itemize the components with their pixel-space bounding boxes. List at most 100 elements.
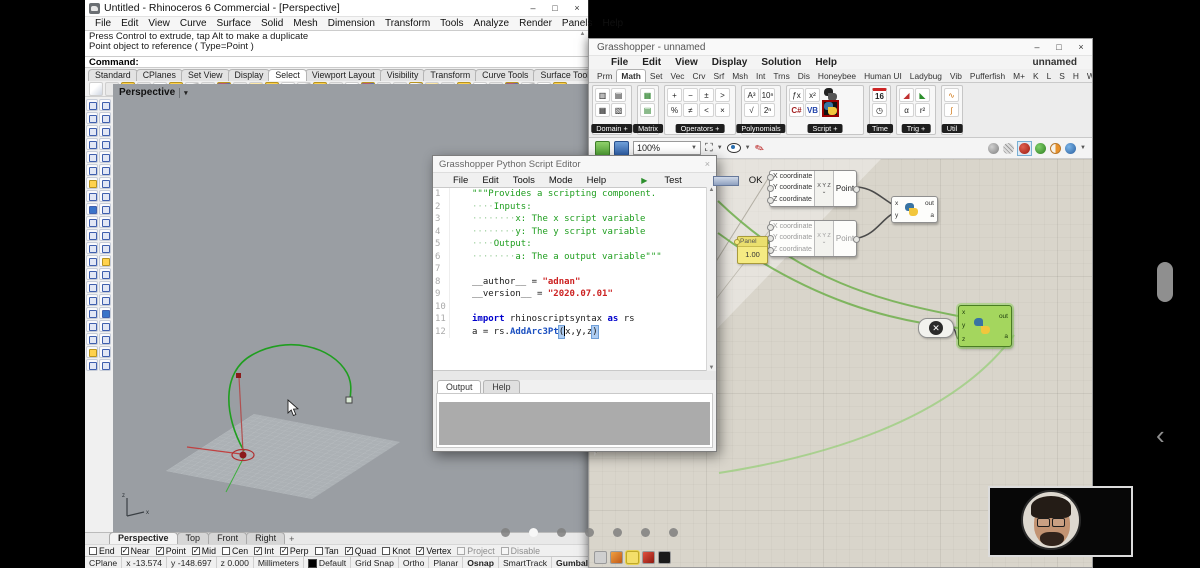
palette-tool-icon[interactable]	[99, 268, 111, 280]
close-x-icon[interactable]: ✕	[929, 321, 943, 335]
palette-tool-icon[interactable]	[86, 216, 98, 228]
preview-custom-icon[interactable]	[1035, 143, 1046, 154]
component-input[interactable]: z	[962, 336, 965, 343]
scroll-up-icon[interactable]: ▲	[580, 31, 586, 37]
osnap-toggle[interactable]: Tan	[315, 546, 339, 556]
menu-item[interactable]: Edit	[635, 57, 668, 68]
palette-tool-icon[interactable]	[99, 216, 111, 228]
menu-item[interactable]: Render	[514, 18, 557, 29]
checkbox[interactable]	[192, 547, 200, 555]
status-pane[interactable]: Millimeters	[254, 557, 304, 568]
component-tab[interactable]: Ladybug	[906, 70, 946, 82]
code-line[interactable]: 3········x: The x script variable	[433, 213, 716, 226]
component-icon[interactable]: r²	[915, 103, 930, 117]
menu-item[interactable]: Mode	[542, 175, 580, 186]
code-line[interactable]: 5····Output:	[433, 238, 716, 251]
code-line[interactable]: 4········y: The y script variable	[433, 226, 716, 239]
menu-item[interactable]: Analyze	[469, 18, 515, 29]
cluster-node[interactable]: ✕	[918, 318, 954, 338]
palette-tool-icon[interactable]	[86, 255, 98, 267]
panel-value[interactable]: 1.00	[738, 247, 767, 259]
dock-icon[interactable]	[642, 551, 655, 564]
viewport-tab[interactable]: Right	[246, 532, 285, 544]
group-label[interactable]: Polynomials	[736, 124, 785, 133]
group-label[interactable]: Matrix	[633, 124, 663, 133]
open-file-icon[interactable]	[595, 141, 610, 156]
osnap-toggle[interactable]: Project	[457, 546, 494, 556]
toolbar-tab[interactable]: Display	[228, 69, 271, 81]
component-tab[interactable]: Int	[752, 70, 769, 82]
palette-tool-icon[interactable]	[99, 346, 111, 358]
component-icon[interactable]: >	[715, 88, 730, 102]
palette-tool-icon[interactable]	[99, 177, 111, 189]
component-icon[interactable]: ±	[699, 88, 714, 102]
close-icon[interactable]: ×	[705, 159, 710, 169]
menu-item[interactable]: Surface	[212, 18, 256, 29]
python-script-component[interactable]: xy out a	[891, 196, 938, 223]
palette-tool-icon[interactable]	[99, 359, 111, 371]
component-icon[interactable]: ◢	[899, 88, 914, 102]
component-icon[interactable]: ◷	[872, 103, 887, 117]
code-line[interactable]: 6········a: The a output variable"""	[433, 251, 716, 264]
component-tab[interactable]: Human UI	[860, 70, 906, 82]
close-button[interactable]: ×	[1070, 40, 1092, 55]
palette-tool-icon[interactable]	[99, 242, 111, 254]
component-icon[interactable]: ▦	[595, 103, 610, 117]
component-icon[interactable]: ▧	[611, 103, 626, 117]
menu-item[interactable]: Help	[598, 18, 629, 29]
component-icon[interactable]: VB	[805, 103, 820, 117]
toolbar-tab[interactable]: Visibility	[380, 69, 426, 81]
palette-tool-icon[interactable]	[99, 99, 111, 111]
python-script-component-selected[interactable]: xyz outa	[958, 305, 1012, 347]
menu-item[interactable]: Mesh	[288, 18, 322, 29]
component-output[interactable]: out	[925, 200, 934, 207]
palette-tool-icon[interactable]	[99, 203, 111, 215]
sketch-pen-icon[interactable]: ✎	[753, 140, 766, 155]
palette-tool-icon[interactable]	[86, 320, 98, 332]
component-input[interactable]: x	[895, 200, 898, 207]
palette-tool-icon[interactable]	[86, 242, 98, 254]
status-pane[interactable]: Osnap	[463, 557, 499, 568]
viewport-tab-add-icon[interactable]: +	[284, 534, 299, 544]
checkbox[interactable]	[89, 547, 97, 555]
palette-tool-icon[interactable]	[86, 164, 98, 176]
point-xyz-component-disabled[interactable]: X coordinateY coordinateZ coordinate X Y…	[769, 220, 857, 257]
checkbox[interactable]	[457, 547, 465, 555]
palette-tool-icon[interactable]	[86, 346, 98, 358]
minimize-button[interactable]: –	[522, 1, 544, 16]
menu-item[interactable]: Dimension	[323, 18, 380, 29]
menu-item[interactable]: Panels	[557, 18, 598, 29]
ironpython-icon[interactable]	[824, 88, 837, 101]
component-icon[interactable]: ƒx	[789, 88, 804, 102]
palette-tool-icon[interactable]	[99, 229, 111, 241]
component-tab[interactable]: Vib	[946, 70, 966, 82]
component-input[interactable]: x	[962, 309, 965, 316]
component-tab[interactable]: Srf	[709, 70, 728, 82]
component-input[interactable]: y	[895, 212, 898, 219]
component-tab[interactable]: Trns	[769, 70, 793, 82]
menu-item[interactable]: File	[604, 57, 635, 68]
menu-item[interactable]: Display	[705, 57, 755, 68]
component-tab[interactable]: L	[1043, 70, 1056, 82]
menu-item[interactable]: Edit	[116, 18, 143, 29]
editor-tab[interactable]: Help	[483, 380, 519, 393]
ok-button[interactable]: OK	[706, 175, 777, 186]
component-icon[interactable]: ◣	[915, 88, 930, 102]
preview-off-icon[interactable]	[988, 143, 999, 154]
component-tab[interactable]: Dis	[794, 70, 814, 82]
checkbox[interactable]	[345, 547, 353, 555]
splitter[interactable]	[433, 371, 716, 380]
code-line[interactable]: 1"""Provides a scripting component.	[433, 188, 716, 201]
minimize-button[interactable]: –	[1026, 40, 1048, 55]
zoom-extents-icon[interactable]: ⛶	[705, 142, 713, 155]
preview-half-icon[interactable]	[1050, 143, 1061, 154]
maximize-button[interactable]: □	[544, 1, 566, 16]
component-output[interactable]: a	[925, 212, 934, 219]
component-tab[interactable]: Msh	[728, 70, 752, 82]
status-pane[interactable]: x -13.574	[122, 557, 167, 568]
wire-green[interactable]	[719, 335, 1014, 473]
osnap-toggle[interactable]: Perp	[280, 546, 309, 556]
arc-mid-point[interactable]	[236, 373, 241, 378]
palette-tool-icon[interactable]	[86, 333, 98, 345]
component-icon[interactable]: +	[667, 88, 682, 102]
